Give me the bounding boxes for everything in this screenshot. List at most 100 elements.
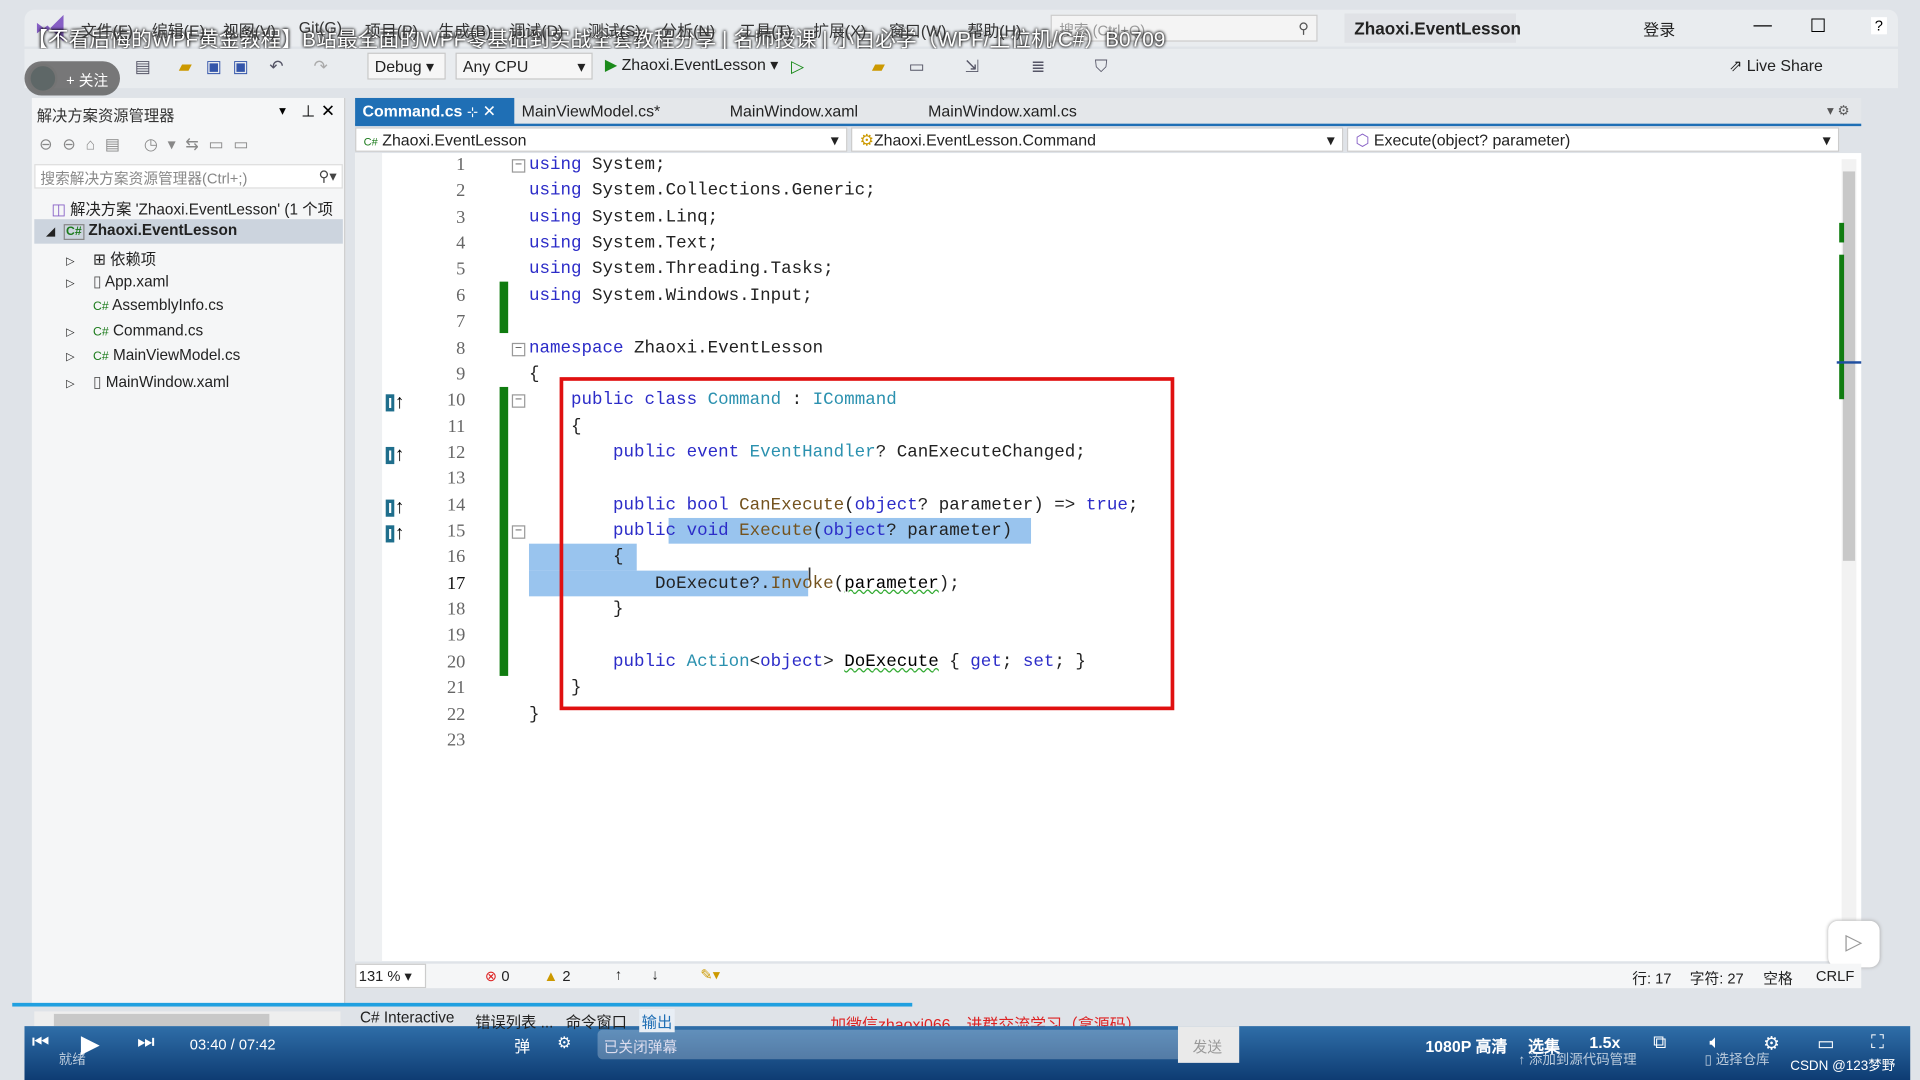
tree-item[interactable]: ▷ C# Command.cs [66,321,203,338]
menu-item[interactable]: 测试(S) [588,18,641,41]
menu-item[interactable]: 分析(N) [661,18,715,41]
pin-icon[interactable]: ⊹ [467,105,478,120]
add-source-control[interactable]: ↑ 添加到源代码管理 [1518,1049,1636,1069]
tab-command-cs[interactable]: Command.cs ⊹ ✕ [355,97,515,125]
video-progress-bar[interactable] [12,1002,913,1007]
solution-explorer-toolbar[interactable]: ⊖⊖⌂▤ ◷▾⇆▭▭ [39,135,258,155]
window-icon[interactable]: ▭ [909,56,925,77]
implementation-glyph-icon[interactable]: I ↑ [385,392,405,414]
tab-mainviewmodel-cs-[interactable]: MainViewModel.cs* [514,98,667,125]
configuration-dropdown[interactable]: Debug ▾ [367,52,446,80]
menu-item[interactable]: 扩展(X) [813,18,866,41]
new-project-icon[interactable]: ▤ [135,56,151,77]
tree-item[interactable]: C# AssemblyInfo.cs [66,296,224,313]
code-token: ( [833,573,845,594]
bottom-tab[interactable]: 错误列表 ... [475,1009,553,1032]
previous-icon[interactable]: ⏮ [32,1032,50,1054]
collapse-icon[interactable]: − [511,159,526,173]
line-ending[interactable]: CRLF [1816,967,1854,984]
step-icon[interactable]: ⇲ [965,56,979,77]
scrollbar-thumb[interactable] [1842,171,1856,561]
tab-mainwindow-xaml[interactable]: MainWindow.xaml [722,98,865,125]
close-icon[interactable]: ✕ [321,100,335,121]
tree-solution[interactable]: ◫ 解决方案 'Zhaoxi.EventLesson' (1 个项 [51,196,332,219]
start-debug-button[interactable]: ▶ Zhaoxi.EventLesson ▾ [605,55,778,75]
menu-item[interactable]: Git(G) [299,18,342,36]
indent-icon[interactable]: ≣ [1031,56,1045,77]
tab-settings-icon[interactable]: ▾ ⚙ [1827,103,1850,119]
pip-icon[interactable]: ▭ [1817,1032,1834,1054]
dropdown-icon[interactable]: ▾ [279,103,286,119]
undo-icon[interactable]: ↶ [269,56,283,77]
maximize-button[interactable]: ☐ [1810,15,1826,37]
platform-dropdown[interactable]: Any CPU ▾ [455,52,593,80]
menu-item[interactable]: 项目(P) [365,18,418,41]
project-navigation-dropdown[interactable]: C# Zhaoxi.EventLesson ▾ [355,127,848,152]
solution-search-input[interactable]: 搜索解决方案资源管理器(Ctrl+;) ⚲▾ [34,164,343,189]
next-icon[interactable]: ⏭ [137,1032,155,1054]
code-line: public bool CanExecute(object? parameter… [529,493,1138,519]
folder-icon[interactable]: ▰ [872,56,885,77]
danmu-input[interactable]: 已关闭弹幕 [597,1029,1178,1060]
warnings-indicator[interactable]: ▲ 2 [544,967,571,984]
collapse-icon[interactable]: − [511,394,526,409]
menu-item[interactable]: 调试(D) [509,18,563,41]
bottom-tab[interactable]: 命令窗口 [566,1009,627,1032]
select-repo[interactable]: ▯ 选择仓库 [1705,1049,1770,1069]
open-folder-icon[interactable]: ▰ [179,56,192,77]
menu-item[interactable]: 窗口(W) [889,18,946,41]
bottom-tab[interactable]: C# Interactive [360,1009,454,1026]
implementation-glyph-icon[interactable]: I ↑ [385,523,405,545]
previous-issue-icon[interactable]: ↑ [615,966,622,983]
menu-item[interactable]: 帮助(H) [967,18,1021,41]
collapse-icon[interactable]: − [511,525,526,539]
bottom-tab[interactable]: 输出 [639,1008,675,1033]
expand-arrow-icon[interactable]: ▷ [66,350,93,363]
implementation-glyph-icon[interactable]: I ↑ [385,444,405,466]
expand-arrow-icon[interactable]: ▷ [66,325,93,338]
save-icon[interactable]: ▣ [206,56,222,77]
minimize-button[interactable]: — [1753,15,1771,36]
menu-item[interactable]: 生成(B) [438,18,491,41]
close-tab-icon[interactable]: ✕ [483,102,496,120]
danmu-toggle-icon[interactable]: 弹 [514,1033,530,1056]
menu-item[interactable]: 工具(T) [740,18,792,41]
whitespace-mode[interactable]: 空格 [1763,967,1792,988]
implementation-glyph-icon[interactable]: I ↑ [385,497,405,519]
next-issue-icon[interactable]: ↓ [651,966,658,983]
cleanup-icon[interactable]: ✎▾ [700,966,720,983]
tree-item[interactable]: ▷ C# MainViewModel.cs [66,347,240,364]
send-button[interactable]: 发送 [1177,1026,1240,1063]
follow-button[interactable]: + 关注 [24,61,121,96]
tree-item[interactable]: ▷ ▯ MainWindow.xaml [66,372,229,390]
errors-indicator[interactable]: ⊗ 0 [485,967,510,984]
live-share-button[interactable]: ⇗ Live Share [1729,56,1823,76]
member-navigation-dropdown[interactable]: ⬡ Execute(object? parameter) ▾ [1346,127,1840,152]
help-icon[interactable]: ? [1871,17,1887,35]
bilibili-tv-icon[interactable]: ▷ [1828,920,1880,968]
quality-button[interactable]: 1080P 高清 [1425,1033,1507,1056]
tree-item[interactable]: ▷ ▯ App.xaml [66,271,169,289]
expand-arrow-icon[interactable]: ▷ [66,255,93,268]
menu-item[interactable]: 文件(F) [81,18,133,41]
expand-arrow-icon[interactable]: ▷ [66,377,93,390]
type-navigation-dropdown[interactable]: ⚙Zhaoxi.EventLesson.Command ▾ [851,127,1344,152]
tree-item[interactable]: ▷ ⊞ 依赖项 [66,246,156,269]
scrollbar-thumb[interactable] [53,1013,270,1027]
zoom-dropdown[interactable]: 131 % ▾ [355,963,427,989]
start-without-debug-icon[interactable]: ▷ [791,56,804,77]
subtitle-icon[interactable]: ⧉ [1653,1032,1666,1053]
fullscreen-icon[interactable]: ⛶ [1871,1032,1884,1053]
menu-item[interactable]: 视图(V) [223,18,276,41]
danmu-settings-icon[interactable]: ⚙ [557,1033,571,1053]
expand-arrow-icon[interactable]: ▷ [66,276,93,289]
menu-item[interactable]: 编辑(E) [152,18,205,41]
collapse-icon[interactable]: − [511,342,526,356]
pin-icon[interactable]: ⊥ [301,102,315,122]
tab-mainwindow-xaml-cs[interactable]: MainWindow.xaml.cs [921,98,1084,125]
redo-icon[interactable]: ↷ [313,56,327,77]
tree-project[interactable]: ◢ C# Zhaoxi.EventLesson [47,222,238,241]
save-all-icon[interactable]: ▣ [233,56,249,77]
bookmark-icon[interactable]: ⛉ [1095,56,1108,77]
login-link[interactable]: 登录 [1643,17,1675,40]
